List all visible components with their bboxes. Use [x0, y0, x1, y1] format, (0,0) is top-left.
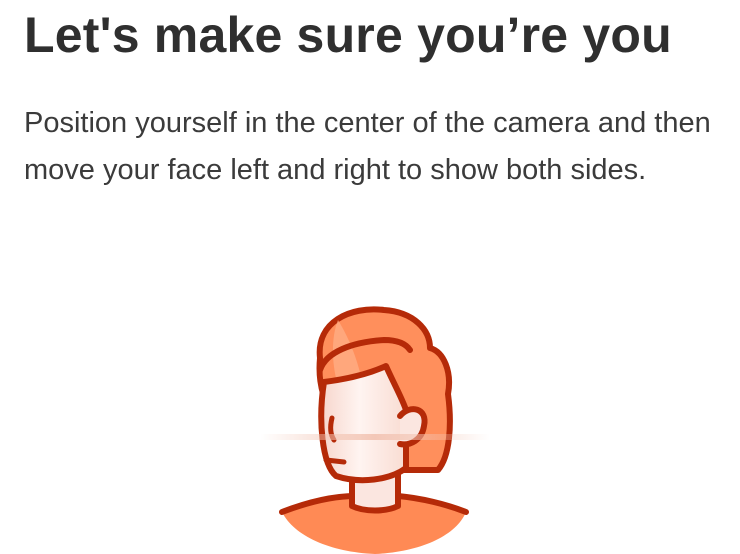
scan-line — [260, 434, 490, 440]
instructions-text: Position yourself in the center of the c… — [24, 107, 711, 186]
identity-check-screen: Let's make sure you’re you Position your… — [0, 0, 740, 554]
mouth-line — [323, 457, 347, 465]
page-title: Let's make sure you’re you — [24, 7, 672, 63]
face-scan-illustration-icon — [260, 300, 490, 554]
